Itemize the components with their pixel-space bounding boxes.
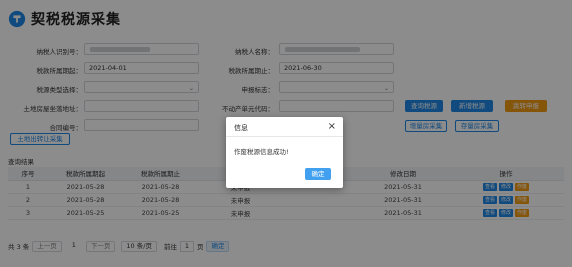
modal-message: 作废税源信息成功! [234,148,289,156]
info-modal: 信息 × 作废税源信息成功! 确定 [226,117,343,188]
modal-title: 信息 [234,124,248,132]
modal-header: 信息 × [226,117,343,137]
modal-ok-button[interactable]: 确定 [305,168,331,180]
page: 契税税源采集 纳税人识别号： 纳税人名称： 税款所属期起： 2021-04-01… [0,0,572,267]
close-icon[interactable]: × [328,121,336,132]
